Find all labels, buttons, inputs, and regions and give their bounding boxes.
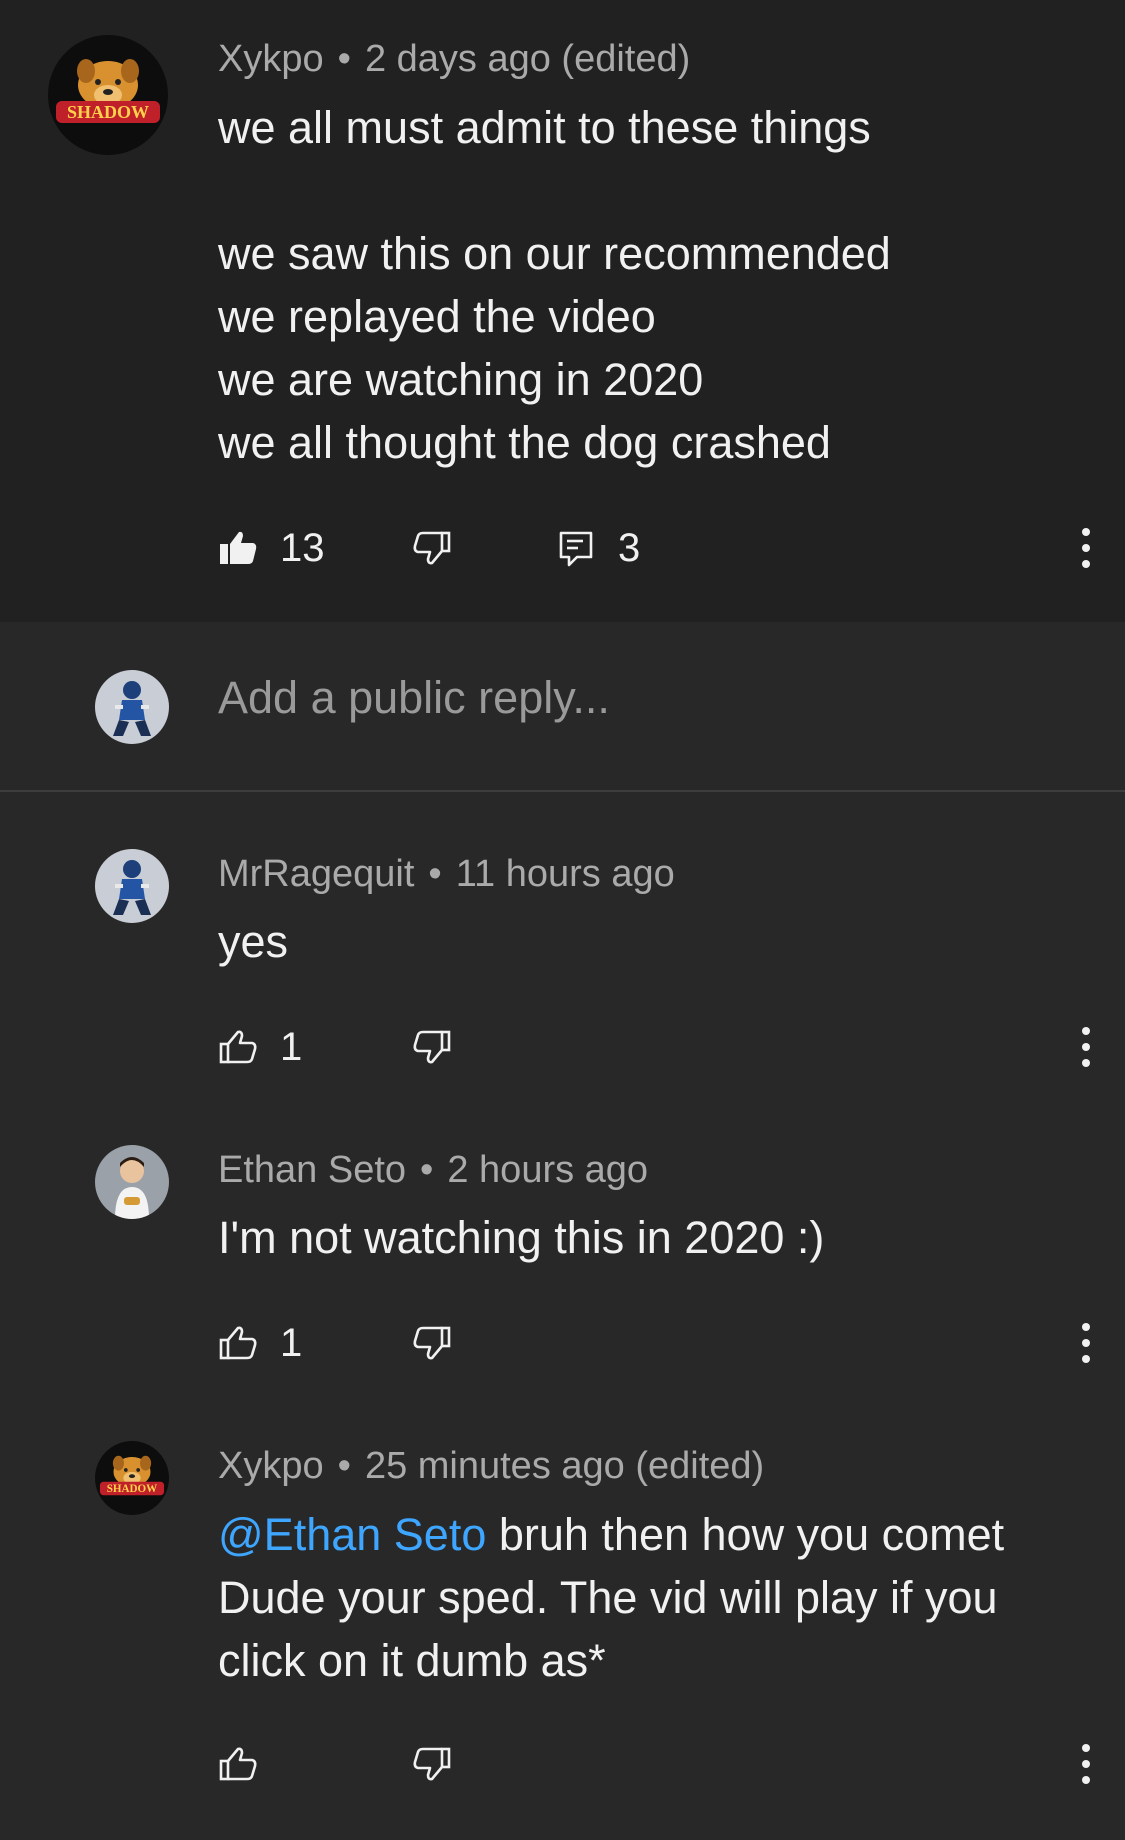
dislike-button[interactable] (412, 1313, 452, 1373)
reply-input[interactable]: Add a public reply... (218, 672, 610, 724)
dog-logo-icon: SHADOW (99, 1455, 165, 1496)
author-name[interactable]: Xykpo (218, 38, 324, 80)
comment-text: we all must admit to these things we saw… (218, 102, 891, 468)
svg-text:SHADOW: SHADOW (67, 102, 149, 122)
author-name[interactable]: MrRagequit (218, 853, 414, 895)
comment-text: @Ethan Seto bruh then how you comet Dude… (218, 1503, 1078, 1692)
top-comment: SHADOW Xykpo • 2 days ago (edited) we all … (0, 0, 1125, 622)
more-options-icon[interactable] (1074, 518, 1098, 578)
thumb-up-filled-icon (218, 528, 258, 568)
reply-input-bar: Add a public reply... (0, 622, 1125, 792)
thumb-down-icon (412, 1744, 452, 1784)
timestamp: 2 hours ago (447, 1149, 649, 1191)
reply-icon (556, 528, 596, 568)
more-options-icon[interactable] (1074, 1734, 1098, 1794)
dislike-button[interactable] (412, 1017, 452, 1077)
comment-actions: 13 3 (218, 518, 1098, 578)
thumb-down-icon (412, 1027, 452, 1067)
separator-dot: • (337, 1445, 351, 1487)
comment-meta: Xykpo • 2 days ago (edited) (218, 38, 690, 81)
comment-meta: Xykpo • 25 minutes ago (edited) (218, 1445, 764, 1488)
separator-dot: • (428, 853, 442, 895)
mention-link[interactable]: @Ethan Seto (218, 1509, 486, 1560)
author-name[interactable]: Xykpo (218, 1445, 324, 1487)
user-avatar-icon (115, 1157, 149, 1219)
avatar[interactable]: SHADOW (95, 1441, 169, 1515)
reply-button[interactable]: 3 (556, 518, 640, 578)
comment-actions (218, 1734, 1098, 1794)
like-count: 1 (280, 1320, 303, 1365)
like-button[interactable]: 13 (218, 518, 325, 578)
comment-actions: 1 (218, 1017, 1098, 1077)
svg-text:SHADOW: SHADOW (107, 1483, 158, 1495)
avatar (95, 670, 169, 744)
thumb-up-icon (218, 1027, 258, 1067)
more-options-icon[interactable] (1074, 1017, 1098, 1077)
author-name[interactable]: Ethan Seto (218, 1149, 406, 1191)
comment-text: I'm not watching this in 2020 :) (218, 1212, 825, 1263)
separator-dot: • (420, 1149, 434, 1191)
comment-actions: 1 (218, 1313, 1098, 1373)
dog-logo-icon: SHADOW (56, 59, 160, 123)
like-count: 13 (280, 525, 325, 570)
timestamp: 11 hours ago (455, 853, 675, 895)
like-button[interactable]: 1 (218, 1017, 302, 1077)
like-button[interactable] (218, 1734, 258, 1794)
timestamp: 2 days ago (edited) (364, 38, 691, 80)
user-avatar-icon (113, 681, 151, 736)
avatar[interactable] (95, 1145, 169, 1219)
thumb-down-icon (412, 528, 452, 568)
like-button[interactable]: 1 (218, 1313, 302, 1373)
user-avatar-icon (113, 860, 151, 915)
dislike-button[interactable] (412, 518, 452, 578)
thumb-up-icon (218, 1744, 258, 1784)
avatar[interactable]: SHADOW (48, 35, 168, 155)
like-count: 1 (280, 1024, 303, 1069)
timestamp: 25 minutes ago (edited) (364, 1445, 765, 1487)
avatar[interactable] (95, 849, 169, 923)
thumb-up-icon (218, 1323, 258, 1363)
thumb-down-icon (412, 1323, 452, 1363)
comment-text: yes (218, 916, 289, 967)
separator-dot: • (337, 38, 351, 80)
more-options-icon[interactable] (1074, 1313, 1098, 1373)
comment-meta: MrRagequit • 11 hours ago (218, 853, 675, 896)
comment-meta: Ethan Seto • 2 hours ago (218, 1149, 648, 1192)
reply-count: 3 (618, 525, 641, 570)
dislike-button[interactable] (412, 1734, 452, 1794)
